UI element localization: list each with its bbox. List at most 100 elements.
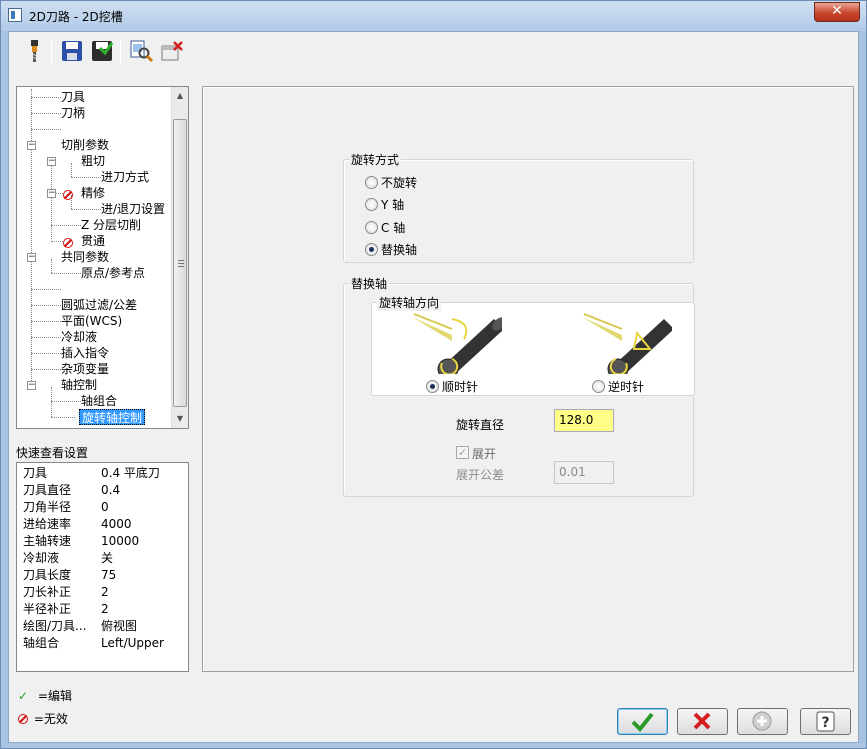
ok-icon — [631, 712, 654, 732]
radio-replace-axis[interactable] — [365, 243, 378, 256]
grip-line — [178, 263, 184, 264]
tree-expander[interactable]: − — [27, 381, 36, 390]
toolbar — [9, 32, 858, 70]
radio-no-rotation[interactable] — [365, 176, 378, 189]
tree-item-entry[interactable]: 进刀方式 — [101, 169, 149, 185]
tree-item-origin[interactable]: 原点/参考点 — [81, 265, 145, 281]
tree-item-common-params[interactable]: 共同参数 — [61, 249, 109, 265]
preview-button[interactable] — [128, 38, 154, 64]
ok-button[interactable] — [617, 708, 668, 735]
tree-item-finish[interactable]: 精修 — [81, 185, 105, 201]
save-as-button[interactable] — [89, 38, 115, 64]
tree-item-through[interactable]: 贯通 — [81, 233, 105, 249]
quick-view-row: 轴组合 Left/Upper — [23, 635, 183, 652]
quick-view-row: 进给速率 4000 — [23, 516, 183, 533]
qv-value: 75 — [101, 568, 117, 582]
tree-line — [31, 321, 61, 322]
radio-replace-axis-label[interactable]: 替换轴 — [381, 241, 417, 258]
qv-value: 关 — [101, 551, 114, 565]
invalid-icon — [18, 714, 28, 724]
radio-clockwise[interactable] — [426, 380, 439, 393]
quick-view-row: 刀长补正 2 — [23, 584, 183, 601]
scroll-up-icon[interactable]: ▲ — [172, 87, 188, 104]
radio-c-axis[interactable] — [365, 221, 378, 234]
tree-line — [31, 97, 61, 98]
tree-item-lead-in-out[interactable]: 进/退刀设置 — [101, 201, 165, 217]
tree-scrollbar[interactable]: ▲ ▼ — [171, 87, 188, 428]
scroll-down-icon[interactable]: ▼ — [172, 410, 188, 427]
help-button[interactable]: ? — [800, 708, 851, 735]
check-icon: ✓ — [18, 689, 29, 703]
tree-line — [71, 177, 101, 178]
cancel-button[interactable] — [677, 708, 728, 735]
tree-item-rough[interactable]: 粗切 — [81, 153, 105, 169]
save-button[interactable] — [59, 38, 85, 64]
radio-y-axis[interactable] — [365, 198, 378, 211]
radio-clockwise-label[interactable]: 顺时针 — [442, 378, 478, 395]
tree-line — [51, 259, 52, 273]
add-button[interactable] — [737, 708, 788, 735]
title-bar[interactable]: 2D刀路 - 2D挖槽 ✕ — [1, 1, 866, 31]
tree-line — [31, 289, 61, 290]
dialog-client: − − − − − 刀具 刀柄 切削参数 粗切 进刀方式 精修 进/退刀设置 Z… — [8, 31, 859, 743]
quick-view-row: 冷却液 关 — [23, 550, 183, 567]
tree-item-axis-control[interactable]: 轴控制 — [61, 377, 97, 393]
close-button[interactable]: ✕ — [814, 2, 860, 22]
tree-item-z-depth[interactable]: Z 分层切削 — [81, 217, 141, 233]
rotary-diameter-input[interactable]: 128.0 — [554, 409, 614, 432]
tree-item-axis-combo[interactable]: 轴组合 — [81, 393, 117, 409]
tree-item-tool[interactable]: 刀具 — [61, 89, 85, 105]
grip-line — [178, 266, 184, 267]
radio-c-axis-label[interactable]: C 轴 — [381, 219, 405, 236]
tree-item-cut-params[interactable]: 切削参数 — [61, 137, 109, 153]
save-icon — [62, 41, 82, 61]
tree-expander[interactable]: − — [47, 157, 56, 166]
qv-key: 冷却液 — [23, 551, 60, 565]
tree-item-misc-vars[interactable]: 杂项变量 — [61, 361, 109, 377]
parameter-tree[interactable]: − − − − − 刀具 刀柄 切削参数 粗切 进刀方式 精修 进/退刀设置 Z… — [16, 86, 189, 429]
qv-value: 俯视图 — [101, 619, 138, 633]
legend-invalid-label: =无效 — [33, 712, 68, 726]
tree-expander[interactable]: − — [27, 141, 36, 150]
tree-item-holder[interactable]: 刀柄 — [61, 105, 85, 121]
quick-view-row: 刀具长度 75 — [23, 567, 183, 584]
save-as-icon — [92, 41, 114, 61]
invalid-icon — [63, 190, 73, 200]
unroll-tolerance-label: 展开公差 — [456, 468, 505, 482]
quick-view-row: 半径补正 2 — [23, 601, 183, 618]
radio-counterclockwise-label[interactable]: 逆时针 — [608, 378, 644, 395]
tree-line — [31, 369, 61, 370]
toolbar-separator — [51, 38, 52, 64]
radio-counterclockwise[interactable] — [592, 380, 605, 393]
tree-line — [51, 273, 81, 274]
quick-view-row: 刀角半径 0 — [23, 499, 183, 516]
qv-key: 绘图/刀具... — [23, 619, 87, 633]
tree-line — [51, 159, 52, 239]
qv-key: 主轴转速 — [23, 534, 72, 548]
clockwise-diagram-icon — [412, 313, 502, 374]
tree-item-rotary-control[interactable]: 旋转轴控制 — [79, 409, 146, 425]
radio-no-rotation-label[interactable]: 不旋转 — [381, 174, 417, 191]
unroll-label[interactable]: 展开 — [472, 445, 496, 462]
clear-button[interactable] — [159, 38, 185, 64]
help-icon: ? — [816, 711, 835, 732]
app-icon — [8, 8, 22, 22]
window-title: 2D刀路 - 2D挖槽 — [29, 10, 123, 24]
qv-value: 2 — [101, 602, 109, 616]
qv-key: 刀具 — [23, 466, 48, 480]
tree-item-plane[interactable]: 平面(WCS) — [61, 313, 122, 329]
unroll-checkbox[interactable]: ✓ — [456, 446, 469, 459]
tree-item-coolant[interactable]: 冷却液 — [61, 329, 97, 345]
scroll-thumb[interactable] — [173, 119, 187, 407]
qv-value: Left/Upper — [101, 636, 164, 650]
rotary-diameter-label: 旋转直径 — [456, 418, 505, 432]
quick-view-row: 刀具直径 0.4 — [23, 482, 183, 499]
radio-y-axis-label[interactable]: Y 轴 — [381, 196, 404, 213]
tree-item-insert[interactable]: 插入指令 — [61, 345, 109, 361]
unroll-tolerance-input[interactable]: 0.01 — [554, 461, 614, 484]
tree-line — [71, 209, 101, 210]
tree-expander[interactable]: − — [27, 253, 36, 262]
tool-button[interactable] — [21, 38, 47, 64]
tree-expander[interactable]: − — [47, 189, 56, 198]
tree-item-arc-filter[interactable]: 圆弧过滤/公差 — [61, 297, 137, 313]
